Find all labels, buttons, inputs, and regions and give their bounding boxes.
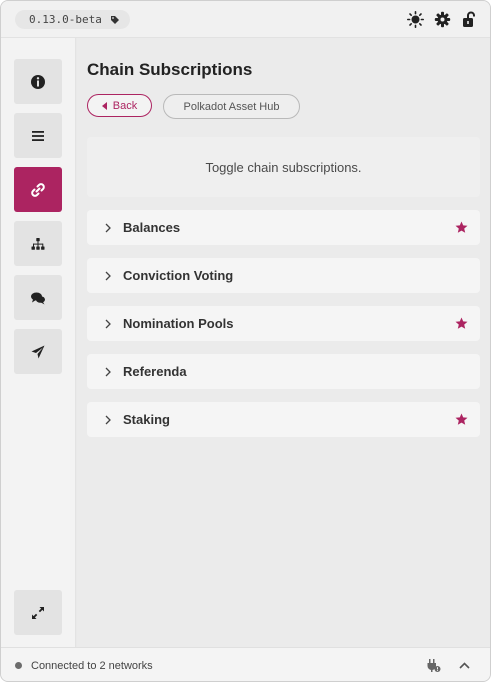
- connection-status-text: Connected to 2 networks: [31, 659, 153, 672]
- subscription-label: Referenda: [123, 364, 187, 379]
- subscription-row-balances[interactable]: Balances: [87, 210, 480, 245]
- expand-button[interactable]: [14, 590, 62, 635]
- subscription-row-conviction-voting[interactable]: Conviction Voting: [87, 258, 480, 293]
- link-icon: [31, 182, 45, 197]
- subscription-label: Staking: [123, 412, 170, 427]
- subscription-row-referenda[interactable]: Referenda: [87, 354, 480, 389]
- expand-icon: [32, 606, 44, 619]
- chevron-right-icon: [105, 367, 111, 376]
- connection-status-dot: [15, 662, 22, 669]
- status-bar: Connected to 2 networks: [1, 647, 490, 681]
- sidebar-item-menu[interactable]: [14, 113, 62, 158]
- star-icon[interactable]: [455, 221, 468, 234]
- sidebar-item-chat[interactable]: [14, 275, 62, 320]
- sidebar-item-network[interactable]: [14, 221, 62, 266]
- info-card: Toggle chain subscriptions.: [87, 137, 480, 197]
- sidebar-item-subscriptions[interactable]: [14, 167, 62, 212]
- chain-selector[interactable]: Polkadot Asset Hub: [163, 94, 300, 119]
- caret-left-icon: [101, 101, 107, 110]
- list-icon: [32, 130, 44, 141]
- sidebar-item-send[interactable]: [14, 329, 62, 374]
- subscription-label: Conviction Voting: [123, 268, 234, 283]
- paper-plane-icon: [31, 345, 45, 358]
- top-bar: 0.13.0-beta: [1, 1, 490, 38]
- subscription-row-staking[interactable]: Staking: [87, 402, 480, 437]
- sun-icon[interactable]: [407, 11, 425, 29]
- back-button-label: Back: [112, 99, 138, 112]
- subscription-label: Nomination Pools: [123, 316, 234, 331]
- chevron-right-icon: [105, 223, 111, 232]
- subscription-row-nomination-pools[interactable]: Nomination Pools: [87, 306, 480, 341]
- star-icon[interactable]: [455, 413, 468, 426]
- app-window: 0.13.0-beta Chain Subscriptions Back Pol…: [0, 0, 491, 682]
- main-panel: Chain Subscriptions Back Polkadot Asset …: [77, 38, 490, 647]
- chevron-right-icon: [105, 271, 111, 280]
- info-circle-icon: [31, 74, 45, 89]
- unlock-icon[interactable]: [461, 11, 478, 28]
- chevron-up-icon[interactable]: [457, 658, 472, 673]
- chevron-right-icon: [105, 319, 111, 328]
- subscription-label: Balances: [123, 220, 181, 235]
- sidebar-item-info[interactable]: [14, 59, 62, 104]
- sidebar: [1, 38, 76, 647]
- sitemap-icon: [31, 237, 45, 250]
- version-badge: 0.13.0-beta: [15, 10, 130, 29]
- plug-icon[interactable]: [426, 658, 441, 673]
- top-icons: [407, 11, 478, 29]
- page-title: Chain Subscriptions: [87, 60, 253, 79]
- version-label: 0.13.0-beta: [29, 13, 102, 26]
- star-icon[interactable]: [455, 317, 468, 330]
- info-text: Toggle chain subscriptions.: [205, 159, 362, 175]
- status-icons: [426, 658, 472, 673]
- back-button[interactable]: Back: [87, 94, 152, 117]
- chain-label: Polkadot Asset Hub: [183, 100, 280, 113]
- chevron-right-icon: [105, 415, 111, 424]
- comments-icon: [31, 292, 45, 304]
- gear-icon[interactable]: [434, 11, 451, 28]
- tag-icon: [110, 15, 119, 24]
